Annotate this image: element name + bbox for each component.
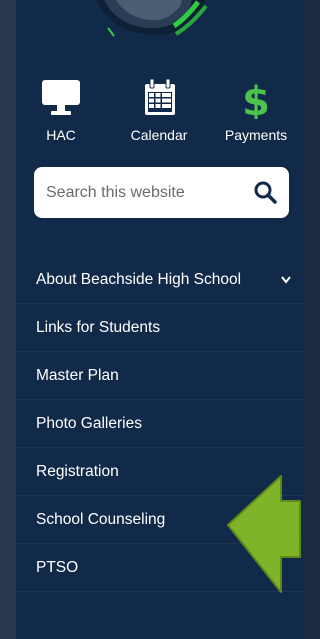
sidebar-item-label: Master Plan [36,367,119,384]
sidebar-item-label: Registration [36,463,119,480]
monitor-icon [21,75,101,119]
quick-link-calendar[interactable]: Calendar [119,75,199,150]
arrow-pointer [225,472,303,602]
sidebar-item-master-plan[interactable]: Master Plan [16,352,303,400]
sidebar-item-label: Photo Galleries [36,415,142,432]
dollar-icon: $ [216,75,296,125]
search-icon[interactable] [253,180,277,209]
sidebar-item-label: About Beachside High School [36,271,242,288]
sidebar-item-label: Links for Students [36,319,161,336]
search-input[interactable] [46,181,246,205]
quick-links: HAC Calendar $ Payments [16,75,303,150]
search-box [34,167,289,218]
quick-link-hac[interactable]: HAC [21,75,101,150]
sidebar-item-about[interactable]: About Beachside High School [16,256,303,304]
calendar-icon [119,75,199,119]
quick-link-label: Payments [224,127,288,143]
sidebar-item-links-for-students[interactable]: Links for Students [16,304,303,352]
quick-link-label: Calendar [130,127,188,143]
quick-link-label: HAC [46,127,76,143]
svg-text:$: $ [242,79,270,119]
page-left-margin [0,0,16,639]
sidebar-item-label: PTSO [36,559,79,576]
sidebar-item-photo-galleries[interactable]: Photo Galleries [16,400,303,448]
school-logo[interactable] [16,0,303,50]
chevron-down-icon[interactable] [281,256,291,304]
sidebar-item-label: School Counseling [36,511,166,528]
quick-link-payments[interactable]: $ Payments [216,75,296,150]
